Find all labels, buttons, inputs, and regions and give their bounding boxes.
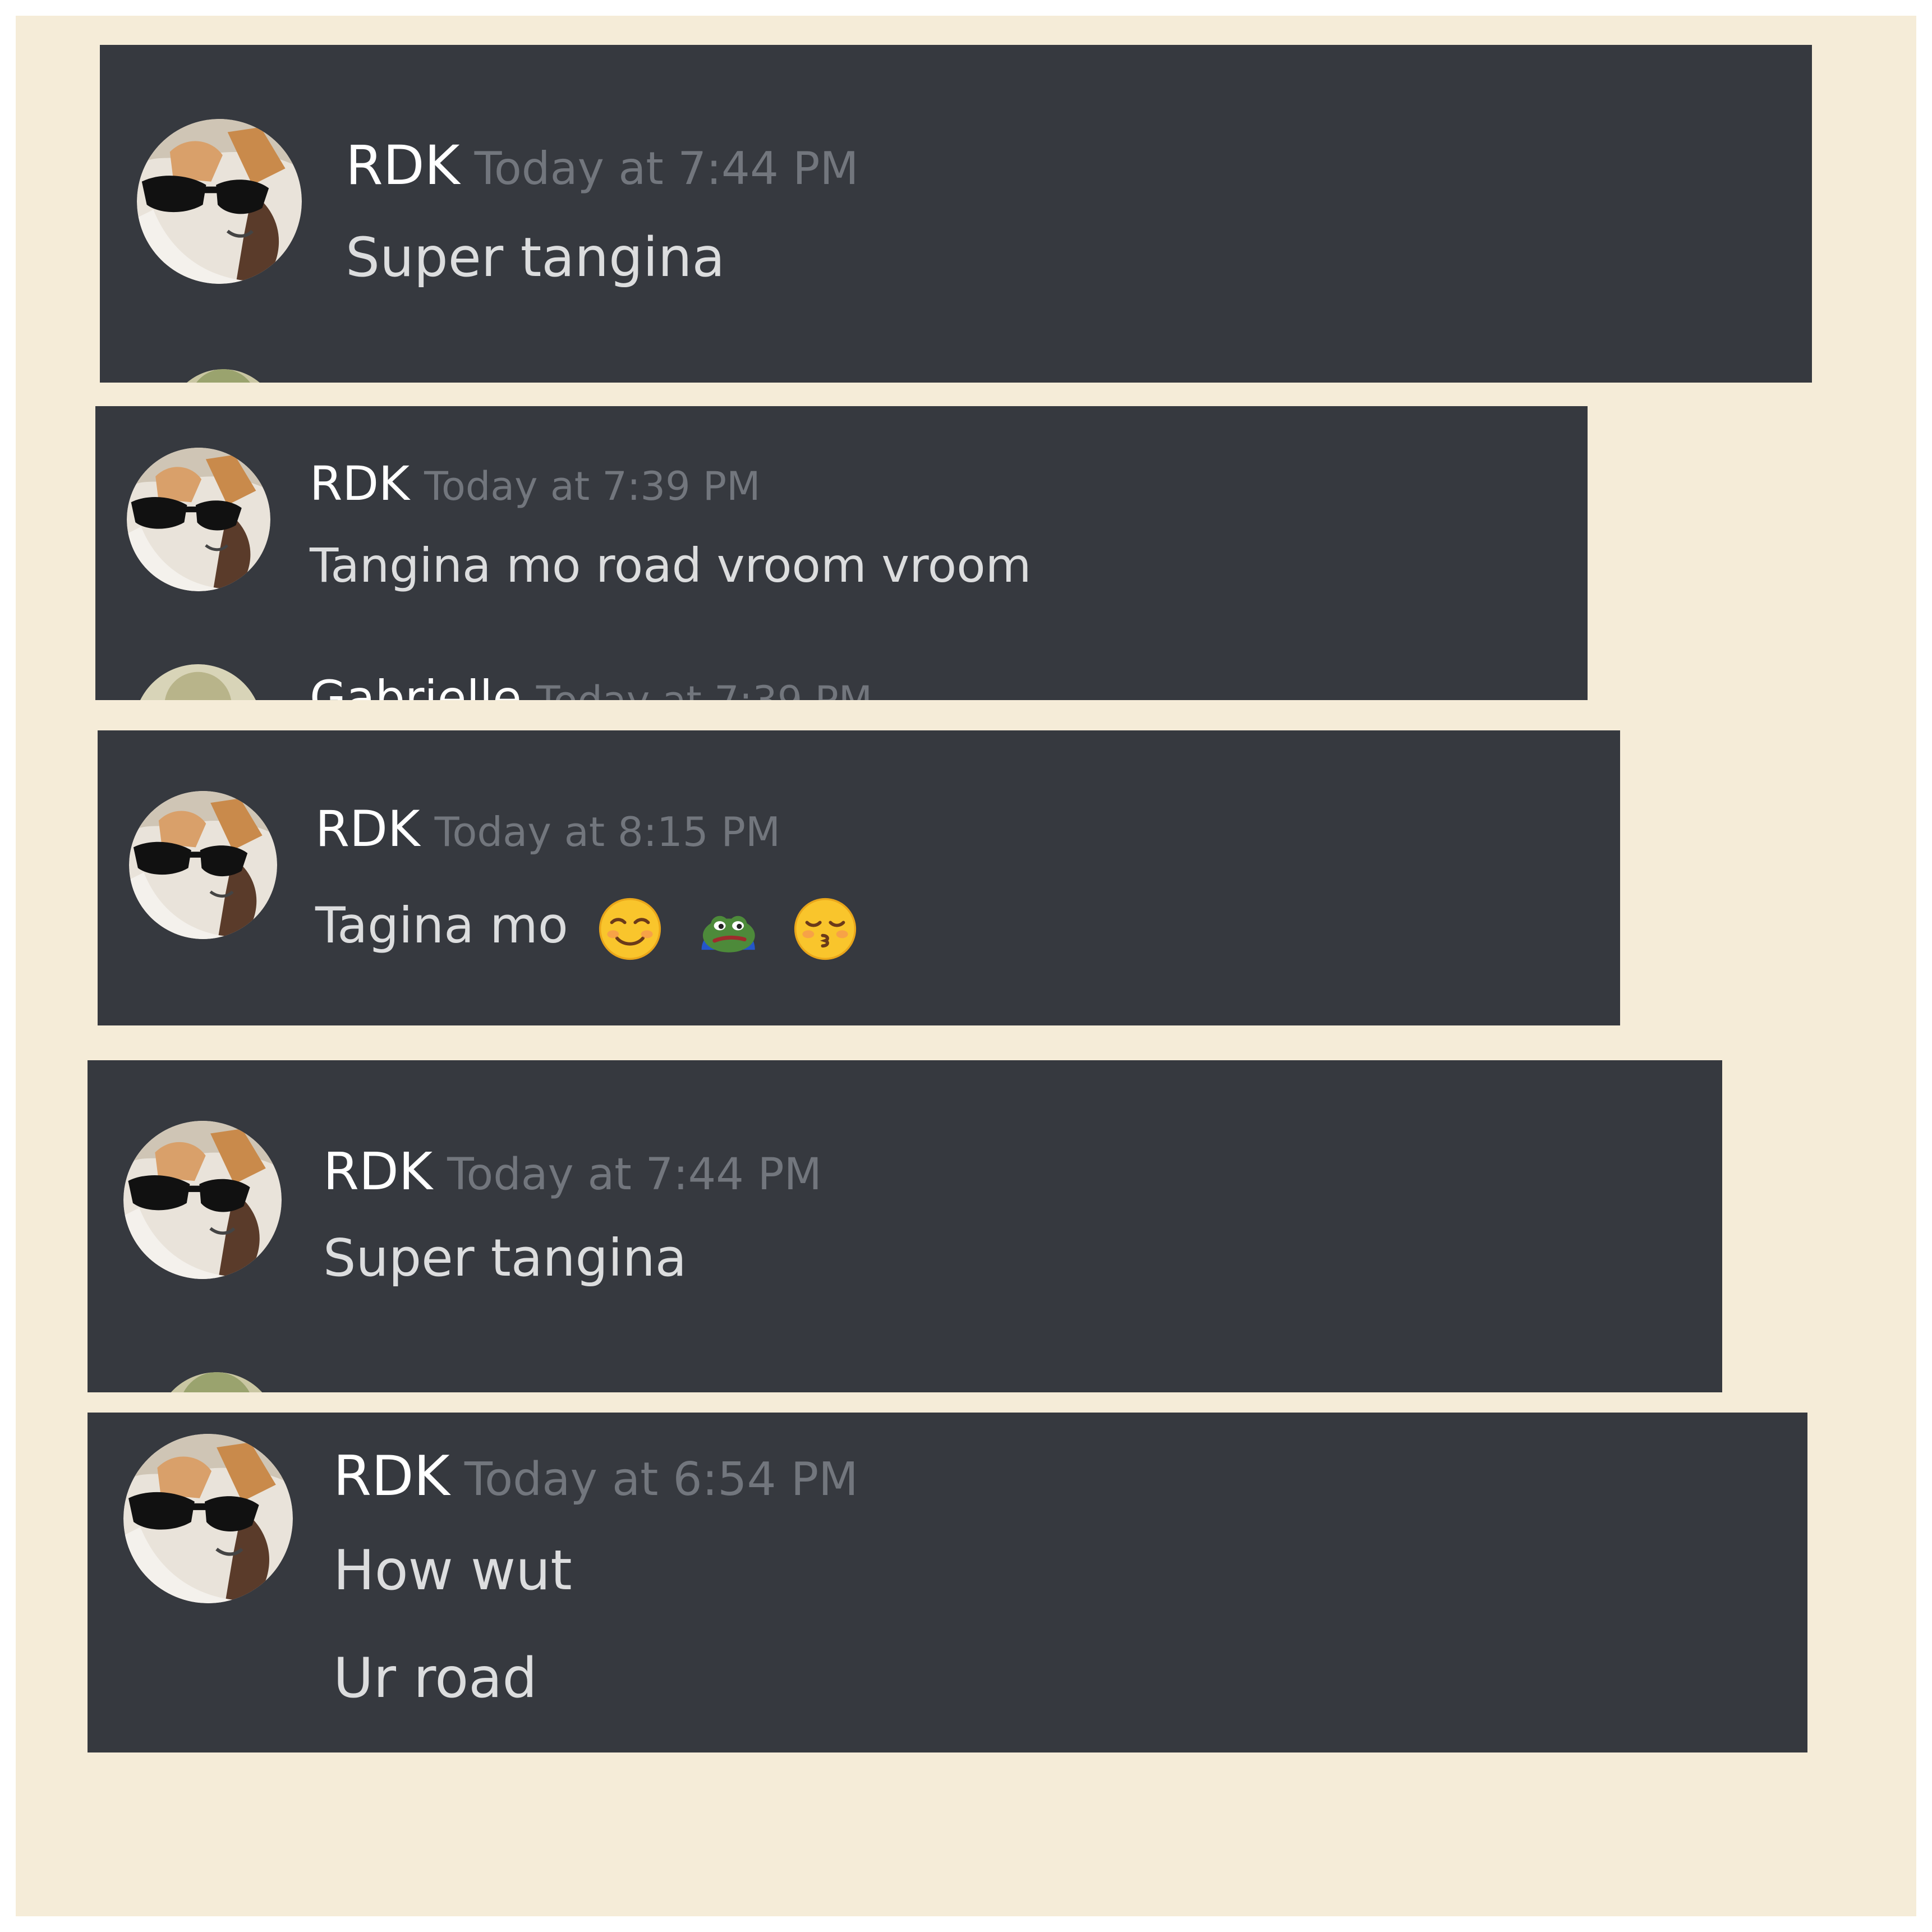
message-card: RDK Today at 7:39 PM Tangina mo road vroo… xyxy=(95,406,1588,700)
next-message-avatar xyxy=(155,1372,278,1392)
message-body: Tagina mo xyxy=(315,896,568,954)
timestamp: Today at 7:44 PM xyxy=(447,1149,822,1200)
user-avatar[interactable] xyxy=(123,1434,293,1603)
kissing-face-icon[interactable] xyxy=(793,896,858,962)
username[interactable]: RDK xyxy=(323,1142,433,1202)
collage-background: RDK Today at 7:44 PM Super tangina RDK Tod… xyxy=(16,16,1916,1916)
username[interactable]: Gabrielle xyxy=(310,670,522,700)
message-text: Ur road xyxy=(333,1646,537,1710)
username[interactable]: RDK xyxy=(310,456,410,511)
message-header: RDK Today at 7:39 PM xyxy=(310,456,760,514)
message-header: RDK Today at 8:15 PM xyxy=(315,800,780,861)
user-avatar[interactable] xyxy=(137,119,302,284)
message-card: RDK Today at 7:44 PM Super tangina xyxy=(88,1060,1722,1392)
timestamp: Today at 7:39 PM xyxy=(536,678,872,700)
next-message-header: Gabrielle Today at 7:39 PM xyxy=(310,670,872,700)
user-avatar[interactable] xyxy=(123,1121,282,1279)
user-avatar[interactable] xyxy=(127,448,270,591)
user-avatar[interactable] xyxy=(129,791,277,939)
relieved-smiling-face-icon[interactable] xyxy=(597,896,663,962)
pepe-frog-icon[interactable] xyxy=(695,896,760,962)
username[interactable]: RDK xyxy=(315,800,420,858)
message-text: How wut xyxy=(333,1539,572,1603)
message-header: RDK Today at 6:54 PM xyxy=(333,1445,858,1511)
username[interactable]: RDK xyxy=(333,1445,450,1508)
message-text: Tagina mo xyxy=(315,892,858,962)
next-message-avatar xyxy=(167,369,279,383)
timestamp: Today at 6:54 PM xyxy=(464,1453,858,1506)
message-header: RDK Today at 7:44 PM xyxy=(323,1142,822,1204)
message-card: RDK Today at 8:15 PM Tagina mo xyxy=(98,730,1620,1025)
timestamp: Today at 7:44 PM xyxy=(474,142,859,195)
next-message-avatar xyxy=(134,664,263,700)
message-header: RDK Today at 7:44 PM xyxy=(346,135,859,200)
message-card: RDK Today at 7:44 PM Super tangina xyxy=(100,45,1812,383)
message-text: Super tangina xyxy=(346,226,725,289)
message-text: Tangina mo road vroom vroom xyxy=(310,538,1032,593)
username[interactable]: RDK xyxy=(346,134,460,197)
message-text: Super tangina xyxy=(323,1228,687,1288)
timestamp: Today at 8:15 PM xyxy=(434,808,781,855)
timestamp: Today at 7:39 PM xyxy=(424,463,761,509)
message-card: RDK Today at 6:54 PM How wut Ur road xyxy=(88,1413,1807,1752)
